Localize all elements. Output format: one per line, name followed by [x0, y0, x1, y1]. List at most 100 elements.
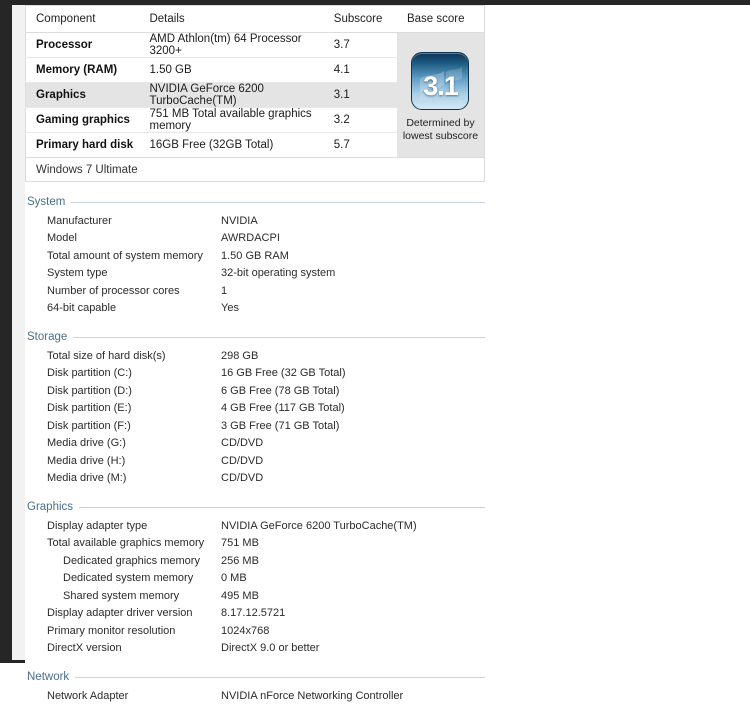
- detail-label: Primary monitor resolution: [47, 624, 176, 637]
- base-score-badge: 3.1: [411, 52, 470, 110]
- detail-label: Disk partition (D:): [47, 384, 132, 397]
- section-divider: [71, 201, 485, 203]
- detail-label: DirectX version: [47, 642, 122, 655]
- section-divider: [73, 336, 485, 338]
- detail-label: Disk partition (E:): [47, 402, 132, 415]
- detail-value: 1: [221, 284, 228, 297]
- cell-details: AMD Athlon(tm) 64 Processor 3200+: [139, 32, 324, 58]
- cell-details: NVIDIA GeForce 6200 TurboCache(TM): [139, 82, 324, 108]
- section-system: System Manufacturer NVIDIA Model AWRDACP…: [25, 196, 485, 317]
- detail-value: 4 GB Free (117 GB Total): [221, 402, 345, 415]
- section-title: Storage: [27, 331, 68, 343]
- detail-row: Media drive (H:) CD/DVD: [25, 452, 485, 470]
- window-left-gutter: [12, 5, 26, 663]
- detail-label: 64-bit capable: [47, 302, 117, 315]
- detail-value: 0 MB: [221, 572, 247, 585]
- base-score-cell: 3.1 Determined by lowest subscore: [396, 32, 485, 158]
- base-score-caption: Determined by lowest subscore: [402, 117, 479, 142]
- detail-label: Manufacturer: [47, 214, 112, 227]
- detail-value: 1024x768: [221, 624, 270, 637]
- cell-component: Primary hard disk: [25, 132, 140, 158]
- section-divider: [79, 506, 485, 508]
- section-title: Network: [27, 671, 70, 683]
- detail-row: Network Adapter NVIDIA nForce Networking…: [25, 687, 485, 704]
- detail-value: NVIDIA nForce Networking Controller: [221, 689, 404, 702]
- detail-row: Media drive (G:) CD/DVD: [25, 435, 485, 453]
- detail-value: 16 GB Free (32 GB Total): [221, 367, 346, 380]
- detail-label: System type: [47, 267, 108, 280]
- column-header-details: Details: [139, 5, 324, 33]
- cell-component: Memory (RAM): [25, 57, 140, 83]
- section-header: Network: [25, 671, 485, 683]
- section-graphics: Graphics Display adapter type NVIDIA GeF…: [25, 501, 485, 657]
- windows-experience-index-table: Component Details Subscore Base score Pr…: [25, 5, 485, 158]
- cell-subscore: 3.1: [323, 82, 397, 108]
- detail-row: System type 32-bit operating system: [25, 265, 485, 283]
- detail-row: Disk partition (F:) 3 GB Free (71 GB Tot…: [25, 417, 485, 435]
- detail-row: Display adapter driver version 8.17.12.5…: [25, 605, 485, 623]
- column-header-subscore: Subscore: [323, 5, 397, 33]
- section-storage: Storage Total size of hard disk(s) 298 G…: [25, 331, 485, 487]
- detail-label: Media drive (M:): [47, 472, 127, 485]
- section-title: System: [27, 196, 66, 208]
- detail-label: Dedicated system memory: [63, 572, 194, 585]
- detail-value: 8.17.12.5721: [221, 607, 286, 620]
- detail-value: CD/DVD: [221, 437, 264, 450]
- detail-value: 3 GB Free (71 GB Total): [221, 419, 340, 432]
- detail-label: Total amount of system memory: [47, 249, 203, 262]
- section-divider: [75, 676, 485, 678]
- section-header: Storage: [25, 331, 485, 343]
- table-row: Processor AMD Athlon(tm) 64 Processor 32…: [25, 32, 485, 158]
- cell-subscore: 4.1: [323, 57, 397, 83]
- cell-subscore: 3.7: [323, 32, 397, 58]
- column-header-base-score: Base score: [396, 5, 485, 33]
- section-title: Graphics: [27, 501, 74, 513]
- detail-value: 298 GB: [221, 349, 259, 362]
- cell-details: 751 MB Total available graphics memory: [139, 107, 324, 133]
- detail-value: Yes: [221, 302, 239, 315]
- detail-label: Total size of hard disk(s): [47, 349, 166, 362]
- detail-value: 1.50 GB RAM: [221, 249, 289, 262]
- detail-label: Media drive (H:): [47, 454, 126, 467]
- detail-row: Model AWRDACPI: [25, 230, 485, 248]
- detail-label: Display adapter driver version: [47, 607, 193, 620]
- detail-label: Disk partition (F:): [47, 419, 131, 432]
- cell-details: 1.50 GB: [139, 57, 324, 83]
- detail-row: Disk partition (E:) 4 GB Free (117 GB To…: [25, 400, 485, 418]
- detail-value: NVIDIA: [221, 214, 258, 227]
- detail-value: AWRDACPI: [221, 232, 280, 245]
- detail-row: Primary monitor resolution 1024x768: [25, 622, 485, 640]
- detail-row: Disk partition (C:) 16 GB Free (32 GB To…: [25, 365, 485, 383]
- detail-value: 256 MB: [221, 554, 259, 567]
- table-header-row: Component Details Subscore Base score: [25, 5, 485, 33]
- cell-component: Gaming graphics: [25, 107, 140, 133]
- detail-value: NVIDIA GeForce 6200 TurboCache(TM): [221, 519, 417, 532]
- cell-subscore: 5.7: [323, 132, 397, 158]
- detail-value: DirectX 9.0 or better: [221, 642, 320, 655]
- detail-value: CD/DVD: [221, 454, 264, 467]
- detail-row: Media drive (M:) CD/DVD: [25, 470, 485, 488]
- detail-value: 751 MB: [221, 537, 259, 550]
- detail-row: Disk partition (D:) 6 GB Free (78 GB Tot…: [25, 382, 485, 400]
- cell-component: Processor: [25, 32, 140, 58]
- cell-details: 16GB Free (32GB Total): [139, 132, 324, 158]
- detail-value: 495 MB: [221, 589, 259, 602]
- window-left-edge: [0, 0, 12, 663]
- detail-row: Total amount of system memory 1.50 GB RA…: [25, 247, 485, 265]
- detail-label: Shared system memory: [63, 589, 180, 602]
- section-header: Graphics: [25, 501, 485, 513]
- detail-row: Dedicated system memory 0 MB: [25, 570, 485, 588]
- cell-subscore: 3.2: [323, 107, 397, 133]
- detail-value: 32-bit operating system: [221, 267, 336, 280]
- detail-label: Media drive (G:): [47, 437, 126, 450]
- operating-system-label: Windows 7 Ultimate: [25, 158, 485, 182]
- detail-label: Total available graphics memory: [47, 537, 205, 550]
- section-network: Network Network Adapter NVIDIA nForce Ne…: [25, 671, 485, 704]
- section-header: System: [25, 196, 485, 208]
- detail-row: Total size of hard disk(s) 298 GB: [25, 347, 485, 365]
- detail-label: Disk partition (C:): [47, 367, 132, 380]
- column-header-component: Component: [25, 5, 140, 33]
- detail-label: Model: [47, 232, 77, 245]
- detail-label: Number of processor cores: [47, 284, 180, 297]
- detail-value: 6 GB Free (78 GB Total): [221, 384, 340, 397]
